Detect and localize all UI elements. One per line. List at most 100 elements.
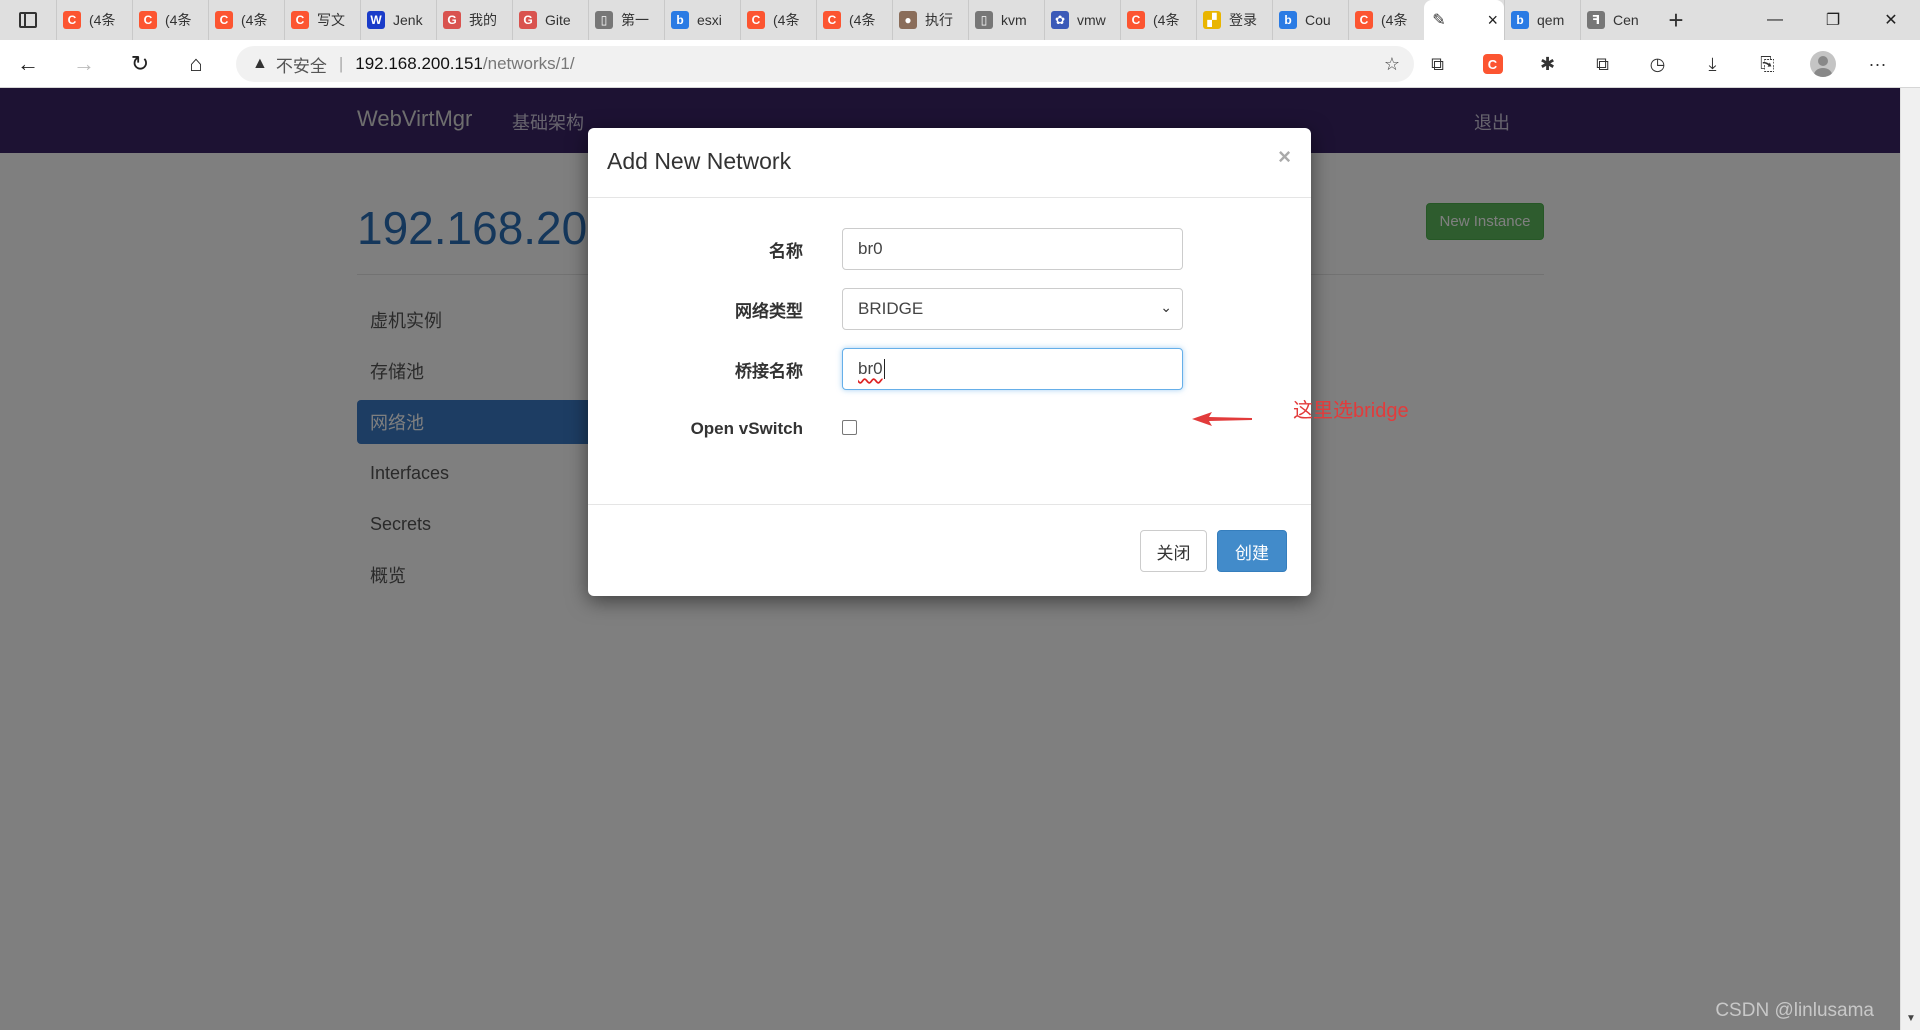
browser-tab-1[interactable]: C (4条: [132, 0, 208, 40]
tab-favicon-icon: W: [367, 11, 385, 29]
browser-tab-11[interactable]: ● 执行: [892, 0, 968, 40]
tab-title: 第一: [621, 12, 649, 28]
back-button[interactable]: ←: [0, 40, 56, 88]
history-icon[interactable]: ◷: [1630, 40, 1685, 88]
address-bar[interactable]: ▲ 不安全 | 192.168.200.151/networks/1/ ☆: [236, 46, 1414, 82]
tab-favicon-icon: ▯: [595, 11, 613, 29]
network-type-select[interactable]: BRIDGE ⌄: [842, 288, 1183, 330]
browser-tab-12[interactable]: ▯ kvm: [968, 0, 1044, 40]
browser-tab-16[interactable]: b Cou: [1272, 0, 1348, 40]
tab-title: Gite: [545, 12, 571, 28]
tab-list-after: b qem ꟻ Cen: [1504, 0, 1656, 40]
modal-header: Add New Network ×: [588, 128, 1311, 198]
tab-favicon-icon: ▯: [975, 11, 993, 29]
tab-title: Cou: [1305, 12, 1331, 28]
url-host: 192.168.200.151: [355, 54, 483, 73]
scroll-down-icon[interactable]: ▼: [1906, 1013, 1916, 1024]
name-row: 名称 br0: [588, 228, 1311, 270]
tab-favicon-icon: ꟻ: [1587, 11, 1605, 29]
tab-favicon-icon: G: [443, 11, 461, 29]
reload-button[interactable]: ↻: [112, 40, 168, 88]
tab-title: (4条: [1381, 12, 1408, 28]
csdn-extension-button[interactable]: C: [1465, 40, 1520, 88]
network-type-row: 网络类型 BRIDGE ⌄: [588, 288, 1311, 330]
browser-tab-after-0[interactable]: b qem: [1504, 0, 1580, 40]
window-controls: — ❐ ✕: [1746, 0, 1920, 40]
tab-title: (4条: [89, 12, 116, 28]
browser-tab-13[interactable]: ✿ vmw: [1044, 0, 1120, 40]
network-type-value: BRIDGE: [858, 299, 924, 318]
browser-tab-3[interactable]: C 写文: [284, 0, 360, 40]
modal-close-icon[interactable]: ×: [1278, 144, 1291, 170]
tab-title: kvm: [1001, 12, 1027, 28]
tab-actions-button[interactable]: [0, 0, 56, 40]
avatar: [1809, 51, 1836, 77]
browser-tab-0[interactable]: C (4条: [56, 0, 132, 40]
csdn-extension-icon: C: [1482, 54, 1503, 74]
extension-icon[interactable]: ⧉: [1410, 40, 1465, 88]
url-path: /networks/1/: [482, 54, 575, 73]
active-tab[interactable]: ✎ ×: [1424, 0, 1504, 40]
name-input-value: br0: [858, 239, 883, 258]
bridge-name-row: 桥接名称 br0: [588, 348, 1311, 390]
tab-favicon-icon: C: [1127, 11, 1145, 29]
tab-favicon-icon: C: [823, 11, 841, 29]
annotation-text: 这里选bridge: [1293, 400, 1409, 422]
close-tab-icon[interactable]: ×: [1487, 10, 1498, 31]
share-icon[interactable]: ⎘: [1740, 40, 1795, 88]
add-favorite-icon[interactable]: ☆: [1384, 54, 1400, 75]
tab-favicon-icon: C: [139, 11, 157, 29]
minimize-button[interactable]: —: [1746, 0, 1804, 40]
tab-title: (4条: [241, 12, 268, 28]
tab-title: Cen: [1613, 12, 1639, 28]
browser-tab-17[interactable]: C (4条: [1348, 0, 1424, 40]
network-type-label: 网络类型: [735, 301, 803, 321]
warning-icon: ▲: [252, 55, 268, 72]
page-scrollbar[interactable]: ▼: [1900, 88, 1920, 1030]
name-input[interactable]: br0: [842, 228, 1183, 270]
profile-button[interactable]: [1795, 40, 1850, 88]
browser-tab-15[interactable]: ▞ 登录: [1196, 0, 1272, 40]
new-tab-button[interactable]: +: [1656, 0, 1696, 40]
bridge-name-label: 桥接名称: [735, 361, 803, 381]
browser-tab-8[interactable]: b esxi: [664, 0, 740, 40]
browser-tab-9[interactable]: C (4条: [740, 0, 816, 40]
more-menu-icon[interactable]: ···: [1850, 40, 1905, 88]
browser-tab-14[interactable]: C (4条: [1120, 0, 1196, 40]
close-window-button[interactable]: ✕: [1862, 0, 1920, 40]
collections-icon[interactable]: ⧉: [1575, 40, 1630, 88]
browser-tab-strip: C (4条 C (4条 C (4条 C 写文 W Jenk G 我的 G Gite ▯ 第一 b esxi C (4条…: [0, 0, 1920, 40]
browser-tab-4[interactable]: W Jenk: [360, 0, 436, 40]
bridge-name-input[interactable]: br0: [842, 348, 1183, 390]
home-button[interactable]: ⌂: [168, 40, 224, 88]
open-vswitch-checkbox[interactable]: [842, 420, 857, 435]
tab-favicon-icon: C: [747, 11, 765, 29]
tab-actions-icon: [19, 12, 37, 28]
annotation-arrow-icon: [1192, 412, 1252, 426]
web-page: WebVirtMgr 基础架构 退出 192.168.200.151 New I…: [0, 88, 1900, 1030]
tab-favicon-icon: C: [1355, 11, 1373, 29]
toolbar-icons: ⧉ C ✱ ⧉ ◷ ⤓ ⎘ ···: [1410, 40, 1905, 88]
tab-favicon-icon: ▞: [1203, 11, 1221, 29]
tab-title: Jenk: [393, 12, 423, 28]
extensions-puzzle-icon[interactable]: ✱: [1520, 40, 1575, 88]
tab-list: C (4条 C (4条 C (4条 C 写文 W Jenk G 我的 G Gite ▯ 第一 b esxi C (4条…: [56, 0, 1424, 40]
tab-favicon-icon: ●: [899, 11, 917, 29]
browser-tab-7[interactable]: ▯ 第一: [588, 0, 664, 40]
tab-title: (4条: [773, 12, 800, 28]
modal-title: Add New Network: [607, 148, 792, 174]
close-button[interactable]: 关闭: [1140, 530, 1207, 572]
browser-tab-after-1[interactable]: ꟻ Cen: [1580, 0, 1656, 40]
tab-title: (4条: [165, 12, 192, 28]
browser-tab-10[interactable]: C (4条: [816, 0, 892, 40]
browser-tab-2[interactable]: C (4条: [208, 0, 284, 40]
restore-button[interactable]: ❐: [1804, 0, 1862, 40]
insecure-label[interactable]: 不安全: [276, 52, 327, 77]
browser-tab-5[interactable]: G 我的: [436, 0, 512, 40]
create-button[interactable]: 创建: [1217, 530, 1287, 572]
tab-favicon-icon: b: [1511, 11, 1529, 29]
browser-tab-6[interactable]: G Gite: [512, 0, 588, 40]
download-icon[interactable]: ⤓: [1685, 40, 1740, 88]
forward-button[interactable]: →: [56, 40, 112, 88]
tab-title: (4条: [849, 12, 876, 28]
